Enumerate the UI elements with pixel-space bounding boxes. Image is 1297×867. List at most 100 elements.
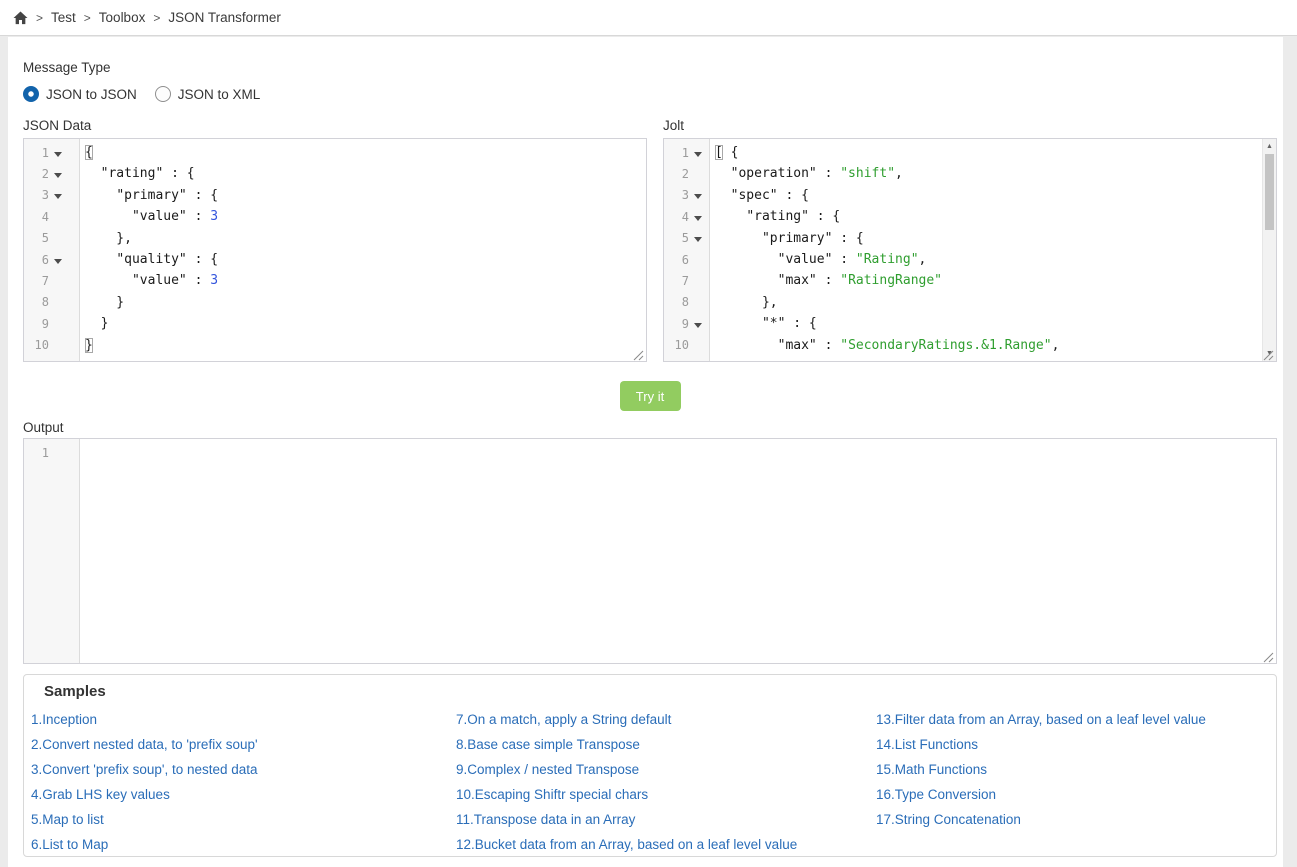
gutter-line-number: 10 bbox=[664, 335, 709, 356]
code-line: "max" : "RatingRange" bbox=[715, 270, 1260, 291]
gutter-line-number: 4 bbox=[664, 206, 709, 227]
breadcrumb-separator: > bbox=[36, 11, 43, 25]
radio-json-to-json[interactable]: JSON to JSON bbox=[23, 86, 137, 102]
code-line: { bbox=[85, 142, 646, 163]
code-line: "rating" : { bbox=[715, 206, 1260, 227]
breadcrumb: > Test > Toolbox > JSON Transformer bbox=[0, 0, 1297, 36]
home-icon[interactable] bbox=[13, 11, 28, 25]
sample-link[interactable]: 13.Filter data from an Array, based on a… bbox=[876, 712, 1276, 728]
radio-icon bbox=[155, 86, 171, 102]
breadcrumb-item-test[interactable]: Test bbox=[51, 10, 76, 25]
resize-grip-icon[interactable] bbox=[633, 348, 644, 359]
gutter-line-number: 8 bbox=[24, 292, 79, 313]
code-line: [ { bbox=[715, 142, 1260, 163]
code-line: "value" : 3 bbox=[85, 270, 646, 291]
sample-link[interactable]: 1.Inception bbox=[31, 712, 456, 728]
output-editor: 1 bbox=[23, 438, 1277, 664]
sample-link[interactable]: 4.Grab LHS key values bbox=[31, 787, 456, 803]
jolt-code-area[interactable]: [ { "operation" : "shift", "spec" : { "r… bbox=[710, 139, 1276, 361]
message-type-label: Message Type bbox=[23, 60, 1283, 75]
radio-label: JSON to JSON bbox=[46, 87, 137, 102]
breadcrumb-separator: > bbox=[153, 11, 160, 25]
sample-link[interactable]: 7.On a match, apply a String default bbox=[456, 712, 876, 728]
output-code-area[interactable] bbox=[80, 439, 1276, 663]
sample-link[interactable]: 2.Convert nested data, to 'prefix soup' bbox=[31, 737, 456, 753]
gutter-line-number: 8 bbox=[664, 292, 709, 313]
code-line bbox=[85, 442, 1276, 463]
breadcrumb-separator: > bbox=[84, 11, 91, 25]
gutter-line-number: 9 bbox=[664, 313, 709, 334]
jolt-editor: 12345678910 [ { "operation" : "shift", "… bbox=[663, 138, 1277, 362]
gutter-line-number: 1 bbox=[24, 442, 79, 463]
gutter-line-number: 10 bbox=[24, 335, 79, 356]
code-line: "*" : { bbox=[715, 313, 1260, 334]
sample-link[interactable]: 12.Bucket data from an Array, based on a… bbox=[456, 837, 876, 853]
gutter-line-number: 7 bbox=[664, 270, 709, 291]
code-line: }, bbox=[85, 228, 646, 249]
gutter-line-number: 5 bbox=[24, 228, 79, 249]
output-label: Output bbox=[23, 420, 1283, 435]
resize-grip-icon[interactable] bbox=[1263, 650, 1274, 661]
sample-link[interactable]: 10.Escaping Shiftr special chars bbox=[456, 787, 876, 803]
code-line: } bbox=[85, 335, 646, 356]
try-it-button[interactable]: Try it bbox=[620, 381, 681, 411]
main-content: Message Type JSON to JSON JSON to XML JS… bbox=[8, 37, 1283, 867]
fold-arrow-icon[interactable] bbox=[54, 194, 62, 199]
code-line: "value" : 3 bbox=[85, 206, 646, 227]
json-data-label: JSON Data bbox=[23, 118, 647, 133]
radio-json-to-xml[interactable]: JSON to XML bbox=[155, 86, 261, 102]
sample-link[interactable]: 11.Transpose data in an Array bbox=[456, 812, 876, 828]
scroll-up-icon[interactable]: ▲ bbox=[1263, 140, 1276, 153]
code-line: "rating" : { bbox=[85, 163, 646, 184]
sample-link[interactable]: 16.Type Conversion bbox=[876, 787, 1276, 803]
code-line: "operation" : "shift", bbox=[715, 163, 1260, 184]
sample-link[interactable]: 6.List to Map bbox=[31, 837, 456, 853]
gutter-line-number: 6 bbox=[24, 249, 79, 270]
gutter-line-number: 1 bbox=[664, 142, 709, 163]
fold-arrow-icon[interactable] bbox=[54, 259, 62, 264]
radio-icon bbox=[23, 86, 39, 102]
breadcrumb-item-toolbox[interactable]: Toolbox bbox=[99, 10, 146, 25]
fold-arrow-icon[interactable] bbox=[694, 152, 702, 157]
gutter-line-number: 3 bbox=[24, 185, 79, 206]
resize-grip-icon[interactable] bbox=[1263, 348, 1274, 359]
sample-link[interactable]: 8.Base case simple Transpose bbox=[456, 737, 876, 753]
gutter-line-number: 6 bbox=[664, 249, 709, 270]
json-data-editor: 12345678910 { "rating" : { "primary" : {… bbox=[23, 138, 647, 362]
samples-column-2: 7.On a match, apply a String default 8.Ba… bbox=[456, 712, 876, 857]
code-line: "primary" : { bbox=[85, 185, 646, 206]
sample-link[interactable]: 5.Map to list bbox=[31, 812, 456, 828]
sample-link[interactable]: 9.Complex / nested Transpose bbox=[456, 762, 876, 778]
gutter-line-number: 9 bbox=[24, 313, 79, 334]
gutter-line-number: 7 bbox=[24, 270, 79, 291]
sample-link[interactable]: 17.String Concatenation bbox=[876, 812, 1276, 828]
sample-link[interactable]: 14.List Functions bbox=[876, 737, 1276, 753]
code-line: "max" : "SecondaryRatings.&1.Range", bbox=[715, 335, 1260, 356]
fold-arrow-icon[interactable] bbox=[694, 237, 702, 242]
samples-columns: 1.Inception 2.Convert nested data, to 'pr… bbox=[24, 712, 1276, 857]
jolt-label: Jolt bbox=[663, 118, 1277, 133]
message-type-radio-group: JSON to JSON JSON to XML bbox=[23, 86, 1283, 102]
json-data-gutter: 12345678910 bbox=[24, 139, 80, 361]
scrollbar-thumb[interactable] bbox=[1265, 154, 1274, 230]
code-line: "value" : "Rating", bbox=[715, 249, 1260, 270]
output-gutter: 1 bbox=[24, 439, 80, 663]
try-it-row: Try it bbox=[23, 381, 1277, 411]
json-data-code-area[interactable]: { "rating" : { "primary" : { "value" : 3… bbox=[80, 139, 646, 361]
gutter-line-number: 5 bbox=[664, 228, 709, 249]
samples-panel: Samples 1.Inception2.Convert nested data… bbox=[23, 674, 1277, 857]
sample-link[interactable]: 3.Convert 'prefix soup', to nested data bbox=[31, 762, 456, 778]
fold-arrow-icon[interactable] bbox=[694, 323, 702, 328]
sample-link[interactable]: 15.Math Functions bbox=[876, 762, 1276, 778]
gutter-line-number: 4 bbox=[24, 206, 79, 227]
code-line: "quality" : { bbox=[85, 249, 646, 270]
code-line: "spec" : { bbox=[715, 185, 1260, 206]
samples-column-1: 1.Inception 2.Convert nested data, to 'pr… bbox=[31, 712, 456, 857]
fold-arrow-icon[interactable] bbox=[694, 216, 702, 221]
radio-label: JSON to XML bbox=[178, 87, 261, 102]
fold-arrow-icon[interactable] bbox=[694, 194, 702, 199]
fold-arrow-icon[interactable] bbox=[54, 152, 62, 157]
code-line: }, bbox=[715, 292, 1260, 313]
fold-arrow-icon[interactable] bbox=[54, 173, 62, 178]
breadcrumb-item-json-transformer[interactable]: JSON Transformer bbox=[168, 10, 281, 25]
